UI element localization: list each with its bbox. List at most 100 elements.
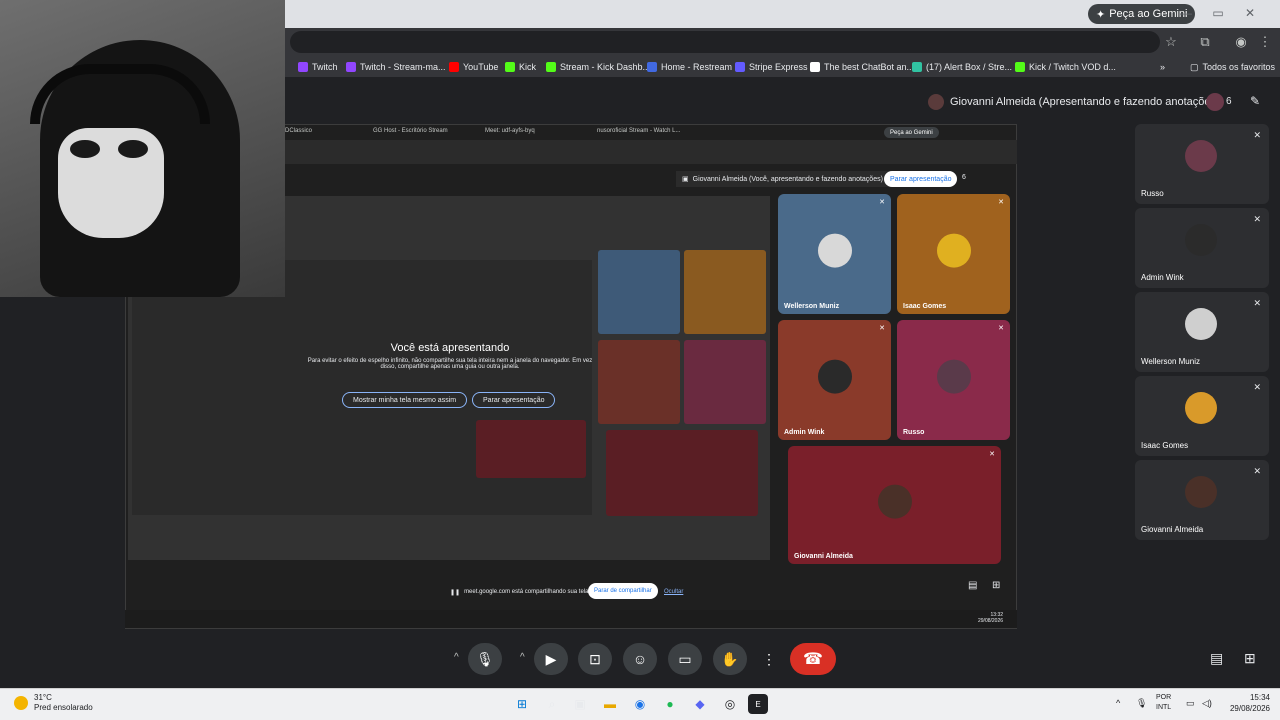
mic-off-icon: ✕ bbox=[1253, 214, 1261, 224]
bookmark-favicon-icon bbox=[735, 62, 745, 72]
profile-icon[interactable]: ◉ bbox=[1232, 33, 1250, 51]
bookmark-label: Kick bbox=[519, 62, 537, 72]
chat-icon[interactable]: ▤ bbox=[1210, 650, 1223, 667]
file-explorer-icon[interactable]: ▬ bbox=[600, 694, 620, 714]
chat-icon: ▤ bbox=[968, 580, 978, 591]
chevron-right-icon[interactable]: » bbox=[1160, 60, 1165, 74]
participant-tile-wellerson[interactable]: ✕ Wellerson Muniz bbox=[1135, 292, 1269, 372]
restore-icon[interactable]: ▭ bbox=[1208, 4, 1228, 22]
mini-tile bbox=[684, 250, 766, 334]
discord-icon[interactable]: ◆ bbox=[690, 694, 710, 714]
bookmark-item[interactable]: (17) Alert Box / Stre... bbox=[912, 60, 1012, 74]
bookmark-favicon-icon bbox=[505, 62, 515, 72]
participant-name: Admin Wink bbox=[1141, 273, 1184, 282]
mic-off-icon: ✕ bbox=[879, 199, 885, 206]
participants-avatars[interactable] bbox=[1206, 93, 1224, 111]
close-icon[interactable]: ✕ bbox=[1240, 4, 1260, 22]
tray-mic-icon[interactable]: 🎙 bbox=[1136, 698, 1147, 709]
presenter-banner[interactable]: Giovanni Almeida (Apresentando e fazendo… bbox=[928, 92, 1220, 112]
bookmark-favicon-icon bbox=[810, 62, 820, 72]
shared-tab: GG Host - Escritório Stream bbox=[373, 128, 448, 134]
mic-button[interactable]: 🎙 bbox=[468, 643, 502, 675]
avatar bbox=[817, 233, 852, 268]
obs-icon[interactable]: ◎ bbox=[720, 694, 740, 714]
raise-hand-button[interactable]: ✋ bbox=[713, 643, 747, 675]
mic-off-icon: ✕ bbox=[1253, 130, 1261, 140]
apps-icon: ⊞ bbox=[992, 580, 1001, 591]
shared-gemini-button: Peça ao Gemini bbox=[884, 127, 939, 138]
camera-icon: ▶ bbox=[545, 650, 557, 667]
start-icon[interactable]: ⊞ bbox=[512, 694, 532, 714]
taskbar-date: 29/08/2026 bbox=[1229, 704, 1270, 713]
spotify-icon[interactable]: ● bbox=[660, 694, 680, 714]
address-field[interactable] bbox=[290, 31, 1160, 53]
presenting-overlay: Você está apresentando Para evitar o efe… bbox=[300, 342, 600, 370]
bookmark-item[interactable]: The best ChatBot an... bbox=[810, 60, 914, 74]
participant-name: Giovanni Almeida bbox=[1141, 525, 1204, 534]
emoji-button[interactable]: ☺ bbox=[623, 643, 657, 675]
star-icon[interactable]: ☆ bbox=[1162, 33, 1180, 51]
mini-tile bbox=[598, 250, 680, 334]
weather-description: Pred ensolarado bbox=[34, 703, 93, 712]
tray-chevron-icon[interactable]: ^ bbox=[1116, 698, 1120, 708]
bookmark-item[interactable]: Twitch bbox=[298, 60, 338, 74]
epic-games-icon[interactable]: E bbox=[748, 694, 768, 714]
mic-options-chevron-icon[interactable]: ^ bbox=[454, 652, 459, 663]
participant-tile-russo[interactable]: ✕ Russo bbox=[1135, 124, 1269, 204]
all-favorites[interactable]: ▢ Todos os favoritos bbox=[1190, 60, 1275, 74]
menu-icon[interactable]: ⋮ bbox=[1256, 33, 1274, 51]
presenter-banner-label: Giovanni Almeida (Apresentando e fazendo… bbox=[950, 96, 1220, 108]
participant-tile-admin[interactable]: ✕ Admin Wink bbox=[1135, 208, 1269, 288]
shared-tile-admin: ✕ Admin Wink bbox=[778, 320, 891, 440]
bookmark-item[interactable]: Home - Restream bbox=[647, 60, 732, 74]
mask-eye bbox=[118, 140, 148, 158]
more-options-button[interactable]: ⋮ bbox=[754, 643, 784, 675]
share-message-text: meet.google.com está compartilhando sua … bbox=[464, 589, 591, 595]
search-icon[interactable]: ⌕ bbox=[542, 694, 562, 714]
avatar bbox=[1185, 224, 1217, 256]
shared-tile-isaac: ✕ Isaac Gomes bbox=[897, 194, 1010, 314]
shared-stop-presenting: Parar apresentação bbox=[884, 171, 958, 187]
pen-icon[interactable]: ✎ bbox=[1250, 94, 1260, 108]
tile-name: Admin Wink bbox=[784, 429, 825, 436]
present-button[interactable]: ⊡ bbox=[578, 643, 612, 675]
bookmark-item[interactable]: Stripe Express bbox=[735, 60, 808, 74]
language-bottom: INTL bbox=[1156, 704, 1172, 711]
bookmark-item[interactable]: Stream - Kick Dashb... bbox=[546, 60, 650, 74]
minimize-icon[interactable]: — bbox=[1176, 4, 1196, 22]
weather-widget[interactable]: 31°C Pred ensolarado bbox=[14, 693, 93, 713]
shared-clock: 13:32 29/08/2026 bbox=[978, 612, 1003, 624]
share-message: ❚❚ meet.google.com está compartilhando s… bbox=[450, 584, 590, 600]
end-call-button[interactable]: ☎ bbox=[790, 643, 836, 675]
language-indicator[interactable]: POR INTL bbox=[1156, 693, 1171, 713]
participant-name: Isaac Gomes bbox=[1141, 441, 1189, 450]
bookmark-item[interactable]: YouTube bbox=[449, 60, 498, 74]
temperature: 31°C bbox=[34, 693, 52, 702]
participant-tile-giovanni[interactable]: ✕ Giovanni Almeida bbox=[1135, 460, 1269, 540]
extensions-icon[interactable]: ⧉ bbox=[1196, 33, 1214, 51]
more-vertical-icon: ⋮ bbox=[762, 650, 776, 667]
mask-eye bbox=[70, 140, 100, 158]
chrome-icon[interactable]: ◉ bbox=[630, 694, 650, 714]
network-icon[interactable]: ▭ bbox=[1186, 698, 1195, 709]
taskbar-time: 15:34 bbox=[1249, 693, 1270, 702]
volume-icon[interactable]: ◁) bbox=[1202, 698, 1212, 709]
task-view-icon[interactable]: ▣ bbox=[570, 694, 590, 714]
bookmark-item[interactable]: Kick / Twitch VOD d... bbox=[1015, 60, 1116, 74]
captions-button[interactable]: ▭ bbox=[668, 643, 702, 675]
all-favorites-label: Todos os favoritos bbox=[1202, 62, 1276, 72]
activities-icon[interactable]: ⊞ bbox=[1244, 650, 1256, 667]
hide-link: Ocultar bbox=[664, 589, 684, 595]
captions-icon: ▭ bbox=[678, 650, 692, 667]
shared-date: 29/08/2026 bbox=[978, 618, 1004, 624]
camera-options-chevron-icon[interactable]: ^ bbox=[520, 652, 525, 663]
mic-off-icon: ✕ bbox=[1253, 466, 1261, 476]
sun-icon bbox=[14, 696, 28, 710]
mic-icon: 🎙 bbox=[476, 650, 494, 667]
bookmark-item[interactable]: Kick bbox=[505, 60, 536, 74]
camera-button[interactable]: ▶ bbox=[534, 643, 568, 675]
taskbar-clock[interactable]: 15:34 29/08/2026 bbox=[1222, 692, 1270, 714]
bookmark-item[interactable]: Twitch - Stream-ma... bbox=[346, 60, 446, 74]
participant-tile-isaac[interactable]: ✕ Isaac Gomes bbox=[1135, 376, 1269, 456]
avatar bbox=[928, 94, 944, 110]
